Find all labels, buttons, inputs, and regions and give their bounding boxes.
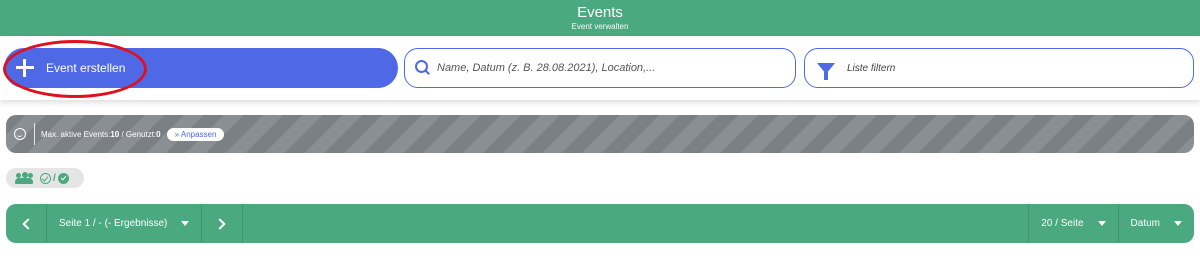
status-separator: / — [53, 172, 56, 184]
search-field[interactable] — [404, 48, 796, 88]
people-icon — [15, 172, 33, 184]
smiley-icon — [14, 128, 26, 140]
next-page-button[interactable] — [202, 204, 242, 243]
plus-icon — [16, 59, 34, 77]
search-input[interactable] — [437, 62, 777, 74]
caret-down-icon — [1174, 221, 1182, 226]
create-event-label: Event erstellen — [46, 61, 126, 75]
caret-down-icon — [1097, 221, 1106, 226]
participants-status-chip[interactable]: / — [6, 168, 84, 188]
create-event-button[interactable]: Event erstellen — [4, 48, 398, 88]
check-circle-outline-icon — [40, 172, 51, 184]
chevron-right-icon — [214, 217, 227, 230]
filter-list-label: Liste filtern — [847, 62, 896, 74]
used-label: / Genutzt: — [119, 129, 157, 139]
max-active-label: Max. aktive Events: — [41, 129, 111, 139]
page-size-label: 20 / Seite — [1041, 218, 1084, 229]
page-title: Events — [577, 4, 623, 21]
caret-down-icon — [181, 221, 190, 226]
sort-select[interactable]: Datum — [1119, 204, 1194, 243]
banner-divider — [34, 123, 35, 145]
page-header: Events Event verwalten — [0, 0, 1200, 36]
prev-page-button[interactable] — [6, 204, 46, 243]
search-icon — [415, 60, 431, 76]
filter-list-button[interactable]: Liste filtern — [804, 48, 1194, 88]
used-value: 0 — [156, 129, 161, 139]
chevron-left-icon — [22, 217, 34, 230]
event-limit-banner: Max. aktive Events:10 / Genutzt:0 » Anpa… — [6, 115, 1194, 153]
adjust-limit-button[interactable]: » Anpassen — [166, 127, 225, 141]
pager-divider — [242, 204, 244, 243]
filter-icon — [817, 62, 835, 80]
event-limit-text: Max. aktive Events:10 / Genutzt:0 — [41, 130, 161, 139]
page-subtitle: Event verwalten — [571, 22, 629, 31]
page-info: Seite 1 / - (- Ergebnisse) — [59, 218, 168, 229]
page-size-select[interactable]: 20 / Seite — [1029, 204, 1117, 243]
pagination-bar: Seite 1 / - (- Ergebnisse) 20 / Seite Da… — [6, 204, 1194, 243]
sort-label: Datum — [1130, 218, 1160, 229]
max-active-value: 10 — [110, 129, 120, 139]
check-circle-filled-icon — [57, 172, 69, 184]
page-select[interactable]: Seite 1 / - (- Ergebnisse) — [47, 204, 201, 243]
